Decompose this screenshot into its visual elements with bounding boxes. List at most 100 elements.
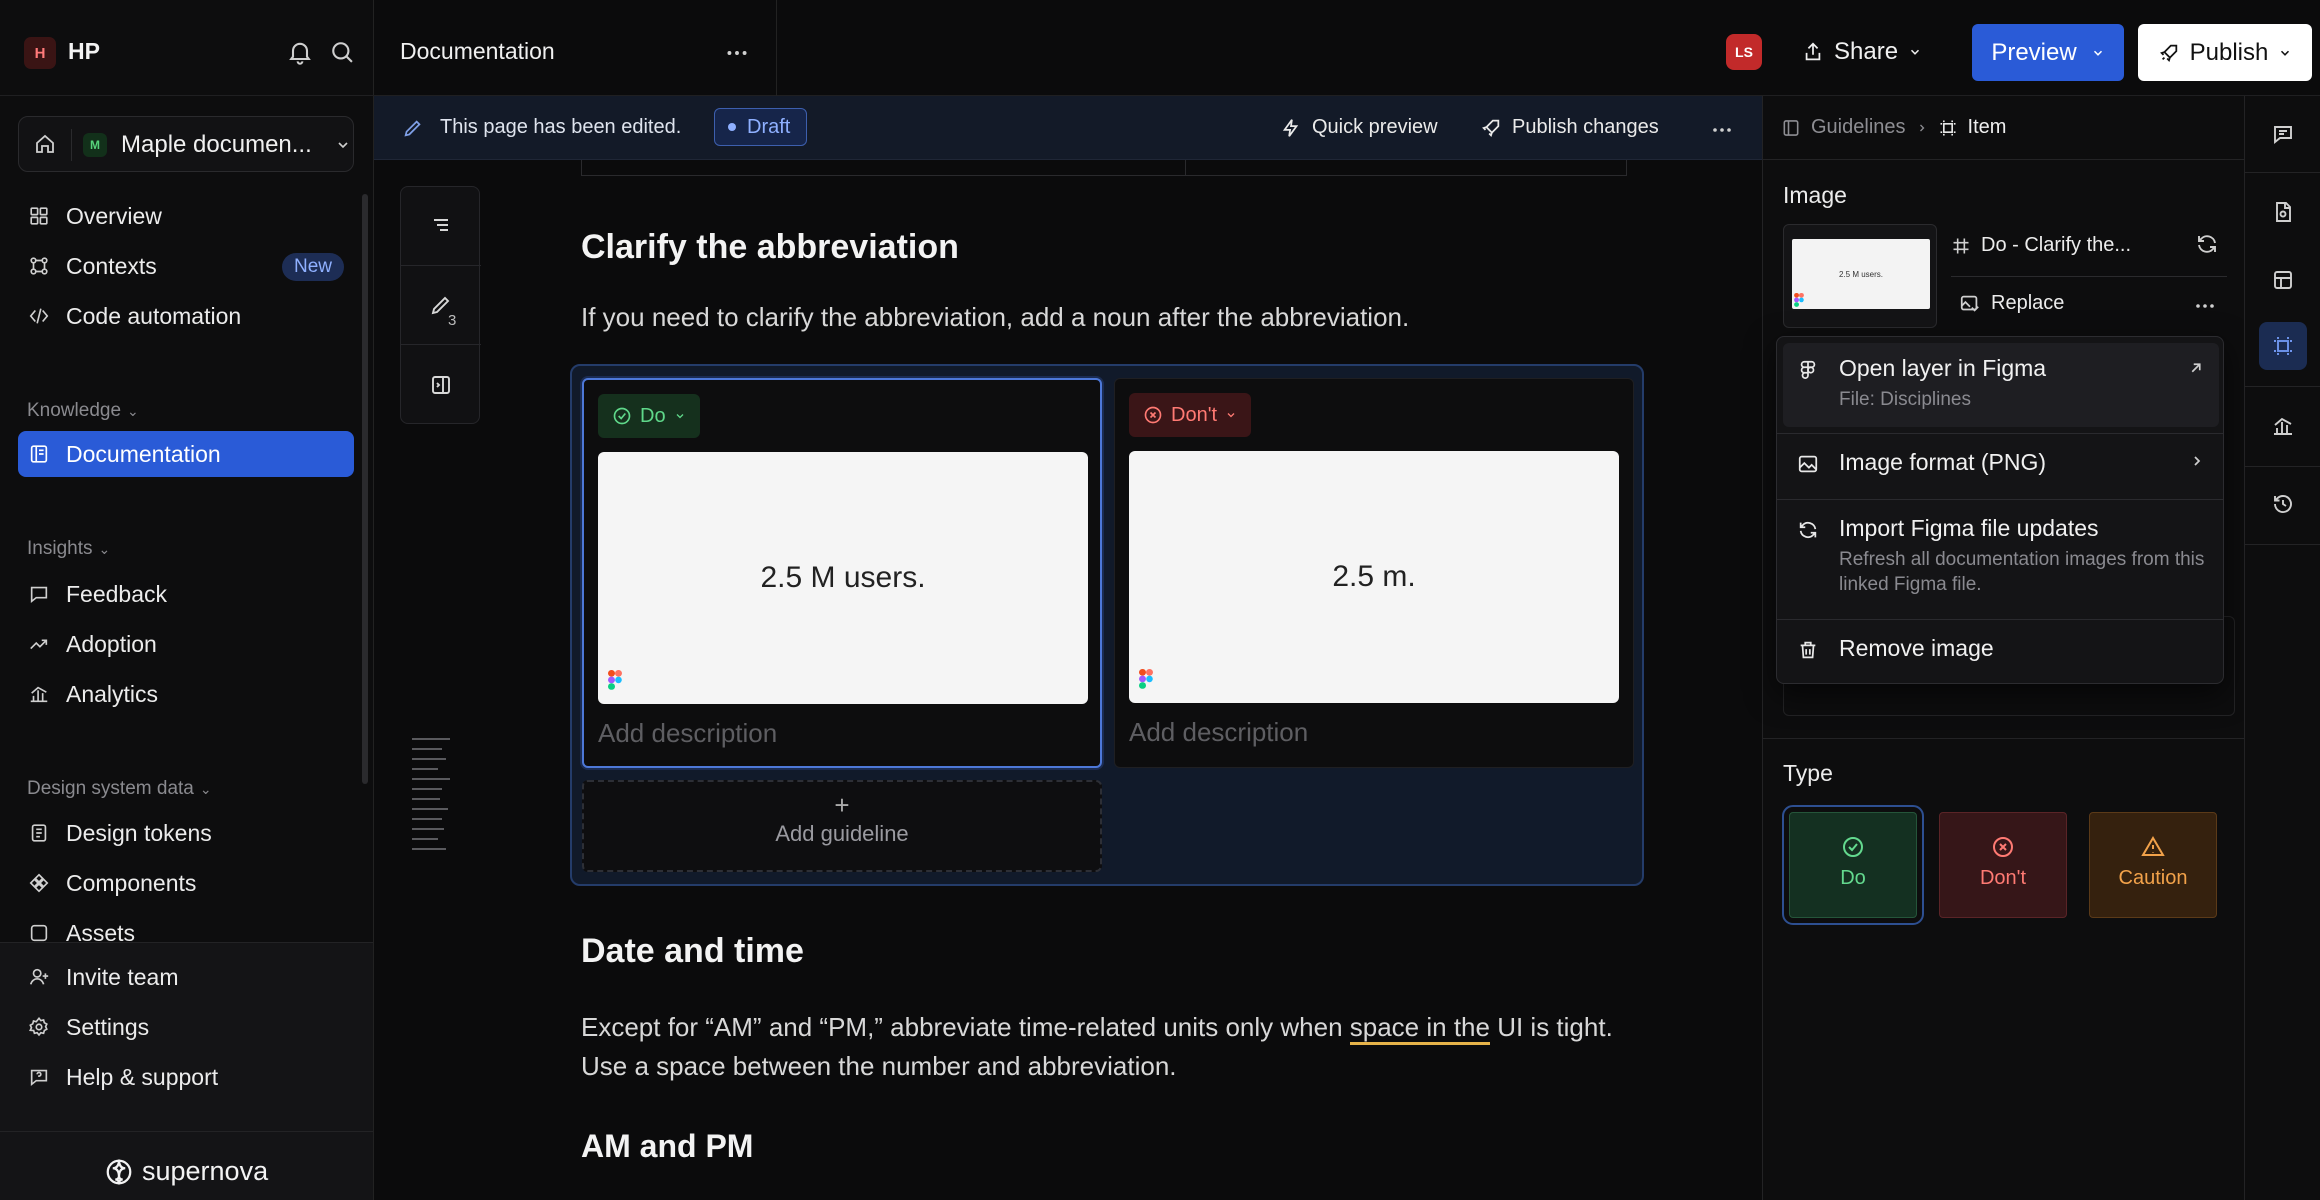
- sidebar-item-code-automation[interactable]: Code automation: [18, 293, 354, 339]
- frame-icon: [1951, 236, 1971, 256]
- more-horizontal-icon[interactable]: [1710, 118, 1734, 142]
- document-icon: [1781, 118, 1801, 138]
- sidebar-item-label: Feedback: [66, 581, 168, 607]
- type-option-do[interactable]: Do: [1782, 805, 1924, 925]
- refresh-icon[interactable]: [2195, 232, 2219, 256]
- menu-item-image-format[interactable]: Image format (PNG): [1783, 437, 2219, 493]
- image-replace-icon: [1959, 293, 1981, 315]
- chevron-right-icon: [1916, 122, 1928, 134]
- sidebar-item-components[interactable]: Components: [18, 860, 354, 906]
- home-icon[interactable]: [33, 132, 57, 156]
- plus-icon: +: [834, 790, 850, 820]
- publish-button[interactable]: Publish: [2138, 24, 2312, 81]
- menu-item-sublabel: File: Disciplines: [1839, 389, 1971, 410]
- workspace-logo[interactable]: H: [24, 37, 56, 69]
- divider: [1951, 276, 2227, 277]
- menu-item-sublabel: Refresh all documentation images from th…: [1839, 549, 2205, 595]
- section-insights[interactable]: Insights ⌄: [27, 538, 110, 560]
- menu-item-import-updates[interactable]: Import Figma file updates Refresh all do…: [1783, 503, 2219, 615]
- guideline-image-do[interactable]: 2.5 M users.: [598, 452, 1088, 704]
- section-design-system-data[interactable]: Design system data ⌄: [27, 778, 212, 800]
- guideline-card-dont[interactable]: Don't 2.5 m. Add description: [1114, 378, 1634, 768]
- paragraph-clarify[interactable]: If you need to clarify the abbreviation,…: [581, 298, 1409, 337]
- description-input-do[interactable]: Add description: [598, 718, 777, 749]
- paragraph-date-time[interactable]: Except for “AM” and “PM,” abbreviate tim…: [581, 1008, 1641, 1086]
- guideline-card-do[interactable]: Do 2.5 M users. Add description: [582, 378, 1102, 768]
- sidebar-item-label: Design tokens: [66, 820, 212, 846]
- divider: [1763, 738, 2245, 739]
- sidebar-item-settings[interactable]: Settings: [18, 1004, 354, 1050]
- outline-button[interactable]: [401, 187, 481, 266]
- sidebar-item-design-tokens[interactable]: Design tokens: [18, 810, 354, 856]
- divider: [776, 0, 777, 96]
- panel-toggle-button[interactable]: [401, 345, 481, 424]
- sidebar-item-feedback[interactable]: Feedback: [18, 571, 354, 617]
- heading-date-time[interactable]: Date and time: [581, 932, 804, 971]
- divider: [71, 129, 72, 161]
- rail-analytics[interactable]: [2259, 402, 2307, 450]
- preview-button[interactable]: Preview: [1972, 24, 2124, 81]
- breadcrumb: Guidelines Item: [1781, 116, 2006, 139]
- heading-am-pm[interactable]: AM and PM: [581, 1128, 753, 1165]
- quick-preview-button[interactable]: Quick preview: [1280, 116, 1438, 139]
- sidebar-item-label: Settings: [66, 1014, 150, 1040]
- publish-changes-button[interactable]: Publish changes: [1480, 116, 1659, 139]
- guideline-block[interactable]: Do 2.5 M users. Add description Don't 2.…: [570, 364, 1644, 886]
- figma-frame-row[interactable]: Do - Clarify the...: [1951, 234, 2131, 257]
- sidebar-item-analytics[interactable]: Analytics: [18, 671, 354, 717]
- more-horizontal-icon[interactable]: [724, 40, 750, 66]
- rail-page-settings[interactable]: [2259, 188, 2307, 236]
- grid-icon: [28, 205, 50, 227]
- project-selector[interactable]: M Maple documen...: [18, 116, 354, 172]
- more-horizontal-icon[interactable]: [2193, 294, 2217, 318]
- image-thumbnail[interactable]: 2.5 M users.: [1783, 224, 1937, 328]
- sidebar-scrollbar[interactable]: [362, 194, 368, 784]
- sidebar-item-contexts[interactable]: Contexts New: [18, 243, 354, 289]
- guideline-image-dont[interactable]: 2.5 m.: [1129, 451, 1619, 703]
- component-icon: [28, 872, 50, 894]
- comment-icon: [2271, 122, 2295, 146]
- workspace-name[interactable]: HP: [68, 38, 100, 65]
- menu-item-remove-image[interactable]: Remove image: [1783, 623, 2219, 679]
- figma-icon: [1797, 359, 1819, 381]
- sidebar-item-adoption[interactable]: Adoption: [18, 621, 354, 667]
- bell-icon[interactable]: [286, 38, 314, 66]
- menu-item-open-layer[interactable]: Open layer in Figma File: Disciplines: [1783, 343, 2219, 427]
- supernova-icon: [104, 1157, 134, 1187]
- sidebar-item-help[interactable]: Help & support: [18, 1054, 354, 1100]
- breadcrumb-guidelines[interactable]: Guidelines: [1811, 116, 1906, 139]
- dont-tag[interactable]: Don't: [1129, 393, 1252, 437]
- rail-blocks[interactable]: [2259, 256, 2307, 304]
- project-name: Maple documen...: [121, 131, 312, 158]
- heading-clarify-abbreviation[interactable]: Clarify the abbreviation: [581, 228, 959, 267]
- divider: [2245, 386, 2320, 387]
- assets-icon: [28, 922, 50, 944]
- chevron-down-icon: [1908, 45, 1922, 59]
- publish-changes-label: Publish changes: [1512, 116, 1659, 138]
- description-input-dont[interactable]: Add description: [1129, 717, 1308, 748]
- add-guideline-button[interactable]: + Add guideline: [582, 780, 1102, 872]
- sidebar-item-overview[interactable]: Overview: [18, 193, 354, 239]
- edits-count: 3: [448, 312, 457, 329]
- search-icon[interactable]: [328, 38, 356, 66]
- rail-comments[interactable]: [2259, 110, 2307, 158]
- avatar[interactable]: LS: [1726, 34, 1762, 70]
- check-circle-icon: [1841, 835, 1865, 859]
- section-knowledge[interactable]: Knowledge ⌄: [27, 400, 139, 422]
- rail-history[interactable]: [2259, 480, 2307, 528]
- do-tag[interactable]: Do: [598, 394, 700, 438]
- add-guideline-label: Add guideline: [775, 821, 909, 846]
- minimap[interactable]: [412, 738, 452, 858]
- type-option-caution[interactable]: Caution: [2089, 812, 2217, 918]
- edits-button[interactable]: 3: [401, 266, 481, 345]
- share-button[interactable]: Share: [1802, 30, 1922, 74]
- sidebar-item-invite-team[interactable]: Invite team: [18, 954, 354, 1000]
- replace-button[interactable]: Replace: [1959, 292, 2064, 315]
- chart-icon: [28, 683, 50, 705]
- user-plus-icon: [28, 966, 50, 988]
- rail-item-properties[interactable]: [2259, 322, 2307, 370]
- sidebar-item-documentation[interactable]: Documentation: [18, 431, 354, 477]
- page-title: Documentation: [400, 38, 555, 64]
- spellcheck-underline[interactable]: space in the: [1349, 1012, 1490, 1045]
- type-option-dont[interactable]: Don't: [1939, 812, 2067, 918]
